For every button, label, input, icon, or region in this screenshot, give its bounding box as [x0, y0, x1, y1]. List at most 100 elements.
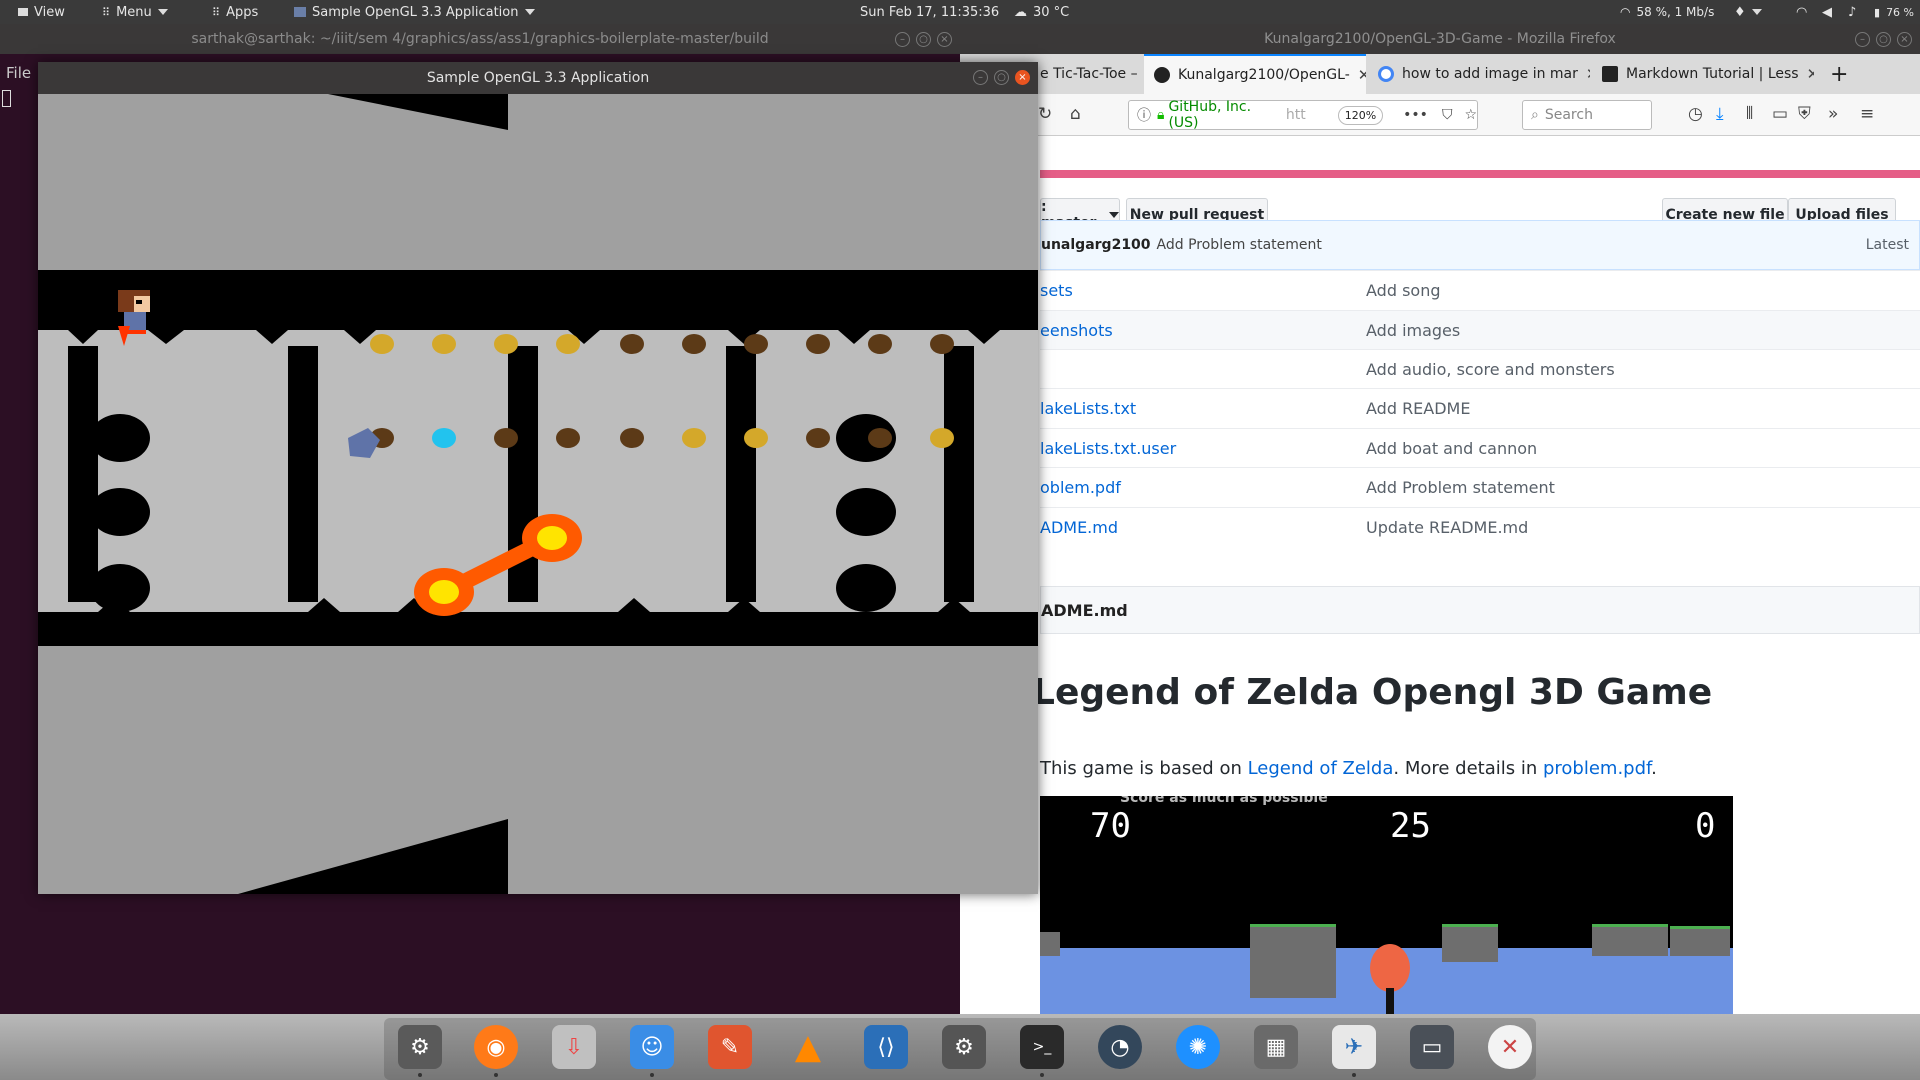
tray-wifi[interactable]: ◠ — [1796, 0, 1807, 24]
battery-indicator[interactable]: ▮ 76 % — [1874, 0, 1914, 24]
tab-tic-tac-toe[interactable]: e Tic-Tac-Toe – M ✕ — [1030, 54, 1142, 94]
close-icon[interactable]: × — [1015, 70, 1030, 85]
file-name[interactable]: eenshots — [1040, 321, 1113, 340]
tray-flame[interactable]: ♦ — [1734, 0, 1762, 24]
tab-github[interactable]: Kunalgarg2100/OpenGL- ✕ — [1144, 54, 1366, 94]
apps-menu[interactable]: ⠿ Apps — [212, 0, 258, 24]
new-tab-button[interactable]: + — [1820, 54, 1860, 94]
maximize-icon[interactable]: ○ — [994, 70, 1009, 85]
url-text[interactable]: htt — [1286, 107, 1306, 123]
problem-pdf-link[interactable]: problem.pdf — [1543, 758, 1651, 779]
opengl-titlebar[interactable]: Sample OpenGL 3.3 Application – ○ × — [38, 62, 1038, 94]
overflow-chevron-icon[interactable]: » — [1828, 104, 1838, 124]
history-icon[interactable]: ◷ — [1688, 104, 1703, 124]
info-icon[interactable]: ⓘ — [1137, 105, 1151, 125]
maximize-icon[interactable]: ○ — [916, 32, 931, 47]
search-input[interactable]: ⌕ Search — [1522, 100, 1652, 130]
commit-message[interactable]: Add Problem statement — [1157, 237, 1322, 253]
minimize-icon[interactable]: – — [973, 70, 988, 85]
file-row[interactable]: Add audio, score and monsters — [1040, 349, 1920, 389]
download-icon[interactable]: ⇩ — [552, 1025, 596, 1069]
gear-app-icon[interactable]: ✺ — [1176, 1025, 1220, 1069]
game-canvas[interactable] — [38, 94, 1038, 894]
system-settings-icon[interactable]: ⚙ — [942, 1025, 986, 1069]
zoom-badge[interactable]: 120% — [1337, 105, 1384, 125]
file-commit-message[interactable]: Add audio, score and monsters — [1366, 360, 1615, 379]
weather-icon: ☁ — [1014, 4, 1027, 20]
page-actions-icon[interactable]: ••• — [1403, 107, 1428, 123]
url-bar[interactable]: ⓘ 🔒︎ GitHub, Inc. (US) htt 120% ••• ⛉ ☆ — [1128, 99, 1478, 131]
library-icon[interactable]: ⫴ — [1746, 104, 1753, 124]
file-row[interactable]: lakeLists.txt.user Add boat and cannon — [1040, 428, 1920, 468]
download-icon[interactable]: ⤓ — [1716, 104, 1724, 124]
finder-icon[interactable]: ☺ — [630, 1025, 674, 1069]
close-tab-icon[interactable]: ✕ — [1586, 65, 1590, 83]
close-tab-icon[interactable]: ✕ — [1807, 65, 1814, 83]
pocket-icon[interactable]: ⛉ — [1442, 107, 1453, 123]
settings-icon[interactable]: ⚙ — [398, 1025, 442, 1069]
file-row[interactable]: oblem.pdf Add Problem statement — [1040, 467, 1920, 507]
gimp-icon[interactable]: ✎ — [708, 1025, 752, 1069]
close-tab-icon[interactable]: ✕ — [1358, 66, 1366, 84]
terminal-titlebar[interactable]: sarthak@sarthak: ~/iiit/sem 4/graphics/a… — [0, 24, 960, 54]
file-commit-message[interactable]: Add Problem statement — [1366, 478, 1555, 497]
vlc-icon[interactable]: ▲ — [786, 1025, 830, 1069]
file-commit-message[interactable]: Update README.md — [1366, 518, 1528, 537]
sidebar-icon[interactable]: ▭ — [1772, 104, 1788, 124]
file-name[interactable]: sets — [1040, 281, 1073, 300]
opengl-title: Sample OpenGL 3.3 Application — [426, 70, 650, 86]
view-menu[interactable]: View — [18, 0, 65, 24]
file-row[interactable]: eenshots Add images — [1040, 310, 1920, 350]
close-icon[interactable]: × — [1897, 32, 1912, 47]
commit-author[interactable]: unalgarg2100 — [1041, 237, 1151, 253]
x-icon[interactable]: ✕ — [1488, 1025, 1532, 1069]
markdown-icon — [1602, 66, 1618, 82]
weather[interactable]: ☁ 30 °C — [1014, 0, 1069, 24]
file-row[interactable]: sets Add song — [1040, 270, 1920, 310]
network-monitor[interactable]: ◠ 58 %, 1 Mb/s — [1620, 0, 1714, 24]
main-menu[interactable]: ⠿ Menu — [102, 0, 168, 24]
archive-icon[interactable]: ▦ — [1254, 1025, 1298, 1069]
file-name[interactable]: ADME.md — [1040, 518, 1118, 537]
commit-latest[interactable]: Latest — [1866, 237, 1909, 253]
file-name[interactable]: oblem.pdf — [1040, 478, 1121, 497]
tab-google[interactable]: how to add image in mar ✕ — [1368, 54, 1590, 94]
top-panel: View ⠿ Menu ⠿ Apps Sample OpenGL 3.3 App… — [0, 0, 1920, 24]
file-commit-message[interactable]: Add README — [1366, 399, 1470, 418]
hamburger-menu-icon[interactable]: ≡ — [1860, 104, 1874, 124]
tab-strip: e Tic-Tac-Toe – M ✕ Kunalgarg2100/OpenGL… — [960, 54, 1920, 94]
tab-markdown[interactable]: Markdown Tutorial | Less ✕ — [1592, 54, 1814, 94]
coin — [744, 428, 768, 448]
home-icon[interactable]: ⌂ — [1070, 104, 1081, 124]
bookmark-star-icon[interactable]: ☆ — [1464, 107, 1477, 123]
close-icon[interactable]: × — [937, 32, 952, 47]
mail-icon[interactable]: ✈ — [1332, 1025, 1376, 1069]
tray-volume[interactable]: ◀ — [1822, 0, 1832, 24]
clock[interactable]: Sun Feb 17, 11:35:36 — [860, 0, 999, 24]
site-identity[interactable]: GitHub, Inc. (US) — [1168, 99, 1269, 131]
file-name[interactable]: lakeLists.txt.user — [1040, 439, 1176, 458]
tray-bell[interactable]: ♪ — [1848, 0, 1856, 24]
stacer-icon[interactable]: ◔ — [1098, 1025, 1142, 1069]
file-name[interactable]: lakeLists.txt — [1040, 399, 1136, 418]
maximize-icon[interactable]: ○ — [1876, 32, 1891, 47]
terminal-file-menu[interactable]: File — [6, 64, 31, 82]
minimize-icon[interactable]: – — [1855, 32, 1870, 47]
file-commit-message[interactable]: Add images — [1366, 321, 1460, 340]
reload-icon[interactable]: ↻ — [1038, 104, 1052, 124]
window-icon[interactable]: ▭ — [1410, 1025, 1454, 1069]
coin — [620, 334, 644, 354]
file-commit-message[interactable]: Add song — [1366, 281, 1440, 300]
shield-icon[interactable]: ⛨ — [1798, 104, 1811, 124]
file-row[interactable]: lakeLists.txt Add README — [1040, 388, 1920, 428]
file-commit-message[interactable]: Add boat and cannon — [1366, 439, 1537, 458]
terminal-icon[interactable]: >_ — [1020, 1025, 1064, 1069]
file-row[interactable]: ADME.md Update README.md — [1040, 507, 1920, 547]
legend-of-zelda-link[interactable]: Legend of Zelda — [1248, 758, 1394, 779]
active-window-menu[interactable]: Sample OpenGL 3.3 Application — [294, 0, 535, 24]
firefox-titlebar[interactable]: Kunalgarg2100/OpenGL-3D-Game - Mozilla F… — [960, 24, 1920, 54]
vscode-icon[interactable]: ⟨⟩ — [864, 1025, 908, 1069]
firefox-icon[interactable]: ◉ — [474, 1025, 518, 1069]
minimize-icon[interactable]: – — [895, 32, 910, 47]
firefox-title: Kunalgarg2100/OpenGL-3D-Game - Mozilla F… — [1264, 31, 1616, 47]
